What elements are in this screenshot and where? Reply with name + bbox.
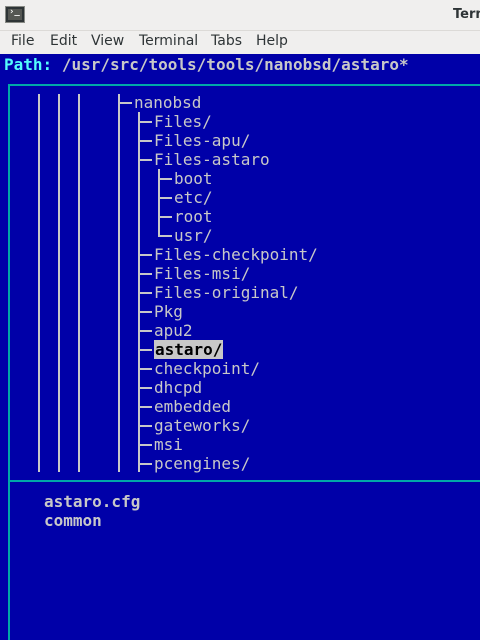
file-list-item[interactable]: astaro.cfg <box>44 492 140 511</box>
tree-connector <box>138 140 152 142</box>
terminal-icon[interactable] <box>5 6 25 23</box>
tree-node[interactable]: dhcpd <box>154 378 202 397</box>
tree-connector <box>138 349 152 351</box>
menu-help[interactable]: Help <box>256 33 288 49</box>
tree-connector <box>158 197 172 199</box>
pane-divider <box>8 480 480 482</box>
frame-left-border <box>8 84 10 640</box>
tree-connector <box>118 102 132 104</box>
tree-node[interactable]: apu2 <box>154 321 193 340</box>
tree-connector <box>138 368 152 370</box>
menu-tabs[interactable]: Tabs <box>211 33 242 49</box>
tree-connector <box>138 444 152 446</box>
tree-connector <box>158 178 172 180</box>
tree-connector <box>138 463 152 465</box>
tree-connector <box>138 254 152 256</box>
tree-connector <box>158 235 172 237</box>
tree-node[interactable]: Files-checkpoint/ <box>154 245 318 264</box>
tree-guide-line <box>38 94 40 472</box>
tree-connector <box>138 292 152 294</box>
tree-guide-line <box>78 94 80 472</box>
tree-node[interactable]: boot <box>174 169 213 188</box>
tree-node[interactable]: Files-apu/ <box>154 131 250 150</box>
window-title: Term <box>453 7 480 22</box>
tree-node[interactable]: Files/ <box>154 112 212 131</box>
terminal-area[interactable]: Path: /usr/src/tools/tools/nanobsd/astar… <box>0 54 480 640</box>
tree-node[interactable]: etc/ <box>174 188 213 207</box>
menubar: File Edit View Terminal Tabs Help <box>0 31 480 54</box>
tree-node-selected[interactable]: astaro/ <box>154 340 224 359</box>
tree-node[interactable]: usr/ <box>174 226 213 245</box>
tree-guide-end <box>158 226 160 236</box>
file-list-item[interactable]: common <box>44 511 102 530</box>
tree-node[interactable]: root <box>174 207 213 226</box>
frame-top-border <box>8 84 480 86</box>
tree-connector <box>138 311 152 313</box>
tree-guide-line <box>58 94 60 472</box>
tree-node[interactable]: Pkg <box>154 302 183 321</box>
tree-node[interactable]: gateworks/ <box>154 416 250 435</box>
menu-edit[interactable]: Edit <box>50 33 77 49</box>
tree-node[interactable]: msi <box>154 435 183 454</box>
menu-file[interactable]: File <box>11 33 34 49</box>
tree-connector <box>138 406 152 408</box>
tree-node[interactable]: Files-original/ <box>154 283 299 302</box>
window-titlebar[interactable]: Term <box>0 0 480 31</box>
tree-node[interactable]: pcengines/ <box>154 454 250 473</box>
tree-connector <box>158 216 172 218</box>
path-bar: Path: /usr/src/tools/tools/nanobsd/astar… <box>4 55 409 75</box>
tree-connector <box>138 273 152 275</box>
tree-guide-line <box>118 94 120 472</box>
menu-view[interactable]: View <box>91 33 124 49</box>
tree-node[interactable]: Files-astaro <box>154 150 270 169</box>
path-value: /usr/src/tools/tools/nanobsd/astaro* <box>61 55 409 74</box>
tree-connector <box>138 159 152 161</box>
tree-node[interactable]: embedded <box>154 397 231 416</box>
tree-root-nanobsd[interactable]: nanobsd <box>134 93 201 112</box>
tree-connector <box>138 330 152 332</box>
tree-node[interactable]: Files-msi/ <box>154 264 250 283</box>
menu-terminal[interactable]: Terminal <box>139 33 198 49</box>
tree-node[interactable]: checkpoint/ <box>154 359 260 378</box>
tree-connector <box>138 425 152 427</box>
tree-connector <box>138 387 152 389</box>
tree-connector <box>138 121 152 123</box>
path-label: Path: <box>4 55 53 74</box>
